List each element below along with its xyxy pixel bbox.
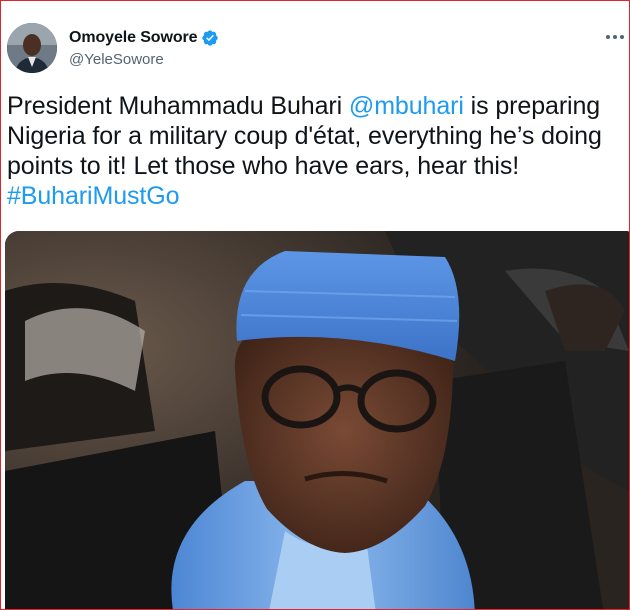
author-display-name[interactable]: Omoyele Sowore (69, 29, 198, 47)
verified-badge-icon (201, 29, 219, 47)
tweet-photo[interactable] (5, 231, 629, 609)
tweet-header: Omoyele Sowore @YeleSowore (1, 1, 629, 81)
hashtag-link[interactable]: #BuhariMustGo (7, 182, 180, 210)
author-avatar[interactable] (7, 23, 57, 73)
avatar-image (7, 23, 57, 73)
author-handle[interactable]: @YeleSowore (69, 51, 164, 68)
photo-image (5, 231, 629, 609)
tweet-text-segment: President Muhammadu Buhari (7, 92, 349, 120)
tweet-card: Omoyele Sowore @YeleSowore President Muh… (0, 0, 630, 610)
mention-link[interactable]: @mbuhari (349, 92, 464, 120)
tweet-text: President Muhammadu Buhari @mbuhari is p… (7, 91, 625, 211)
author-name-row[interactable]: Omoyele Sowore (69, 28, 219, 48)
more-options-icon[interactable] (603, 25, 627, 49)
